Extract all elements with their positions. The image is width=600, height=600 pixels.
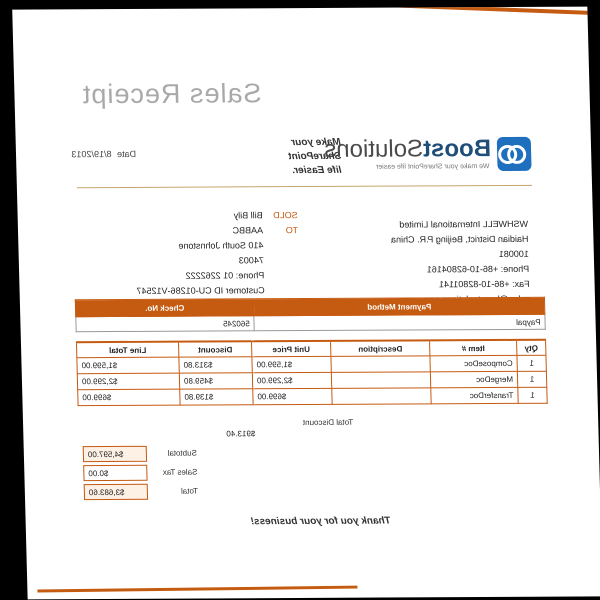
discount-cell: $459.80	[179, 372, 253, 390]
discount-cell: $313.80	[178, 356, 253, 374]
line-total-header: Line Total	[76, 341, 179, 358]
logo-wordmark: BoostSolutions	[323, 135, 492, 163]
subtotal-row: Subtotal $4,597.00	[77, 445, 278, 465]
logo-mark-icon	[496, 136, 532, 172]
qty-cell: 1	[516, 355, 547, 372]
seller-line: WSHWELL International Limited	[399, 218, 529, 230]
line-total-cell: $1,599.00	[76, 357, 180, 374]
unit-price-cell: $2,299.00	[252, 372, 332, 389]
boostsolutions-logo: BoostSolutions We make your SharePoint l…	[324, 135, 532, 184]
total-value: $3,683.60	[83, 483, 149, 501]
date-value: 8/19/2013	[71, 149, 112, 160]
header-divider	[76, 184, 533, 189]
total-discount-value: $913.40	[226, 429, 256, 439]
unit-price-cell: $699.00	[252, 388, 333, 405]
payment-method-value: Paypal	[254, 314, 546, 331]
subtotal-value: $4,597.00	[82, 445, 148, 463]
line-items-table: Qty Item # Description Unit Price Discou…	[76, 339, 548, 406]
table-row: 1 TransferDoc $699.00 $139.80 $699.00	[77, 387, 548, 406]
date-row: Date 8/19/2013	[68, 149, 136, 159]
sold-to-label: SOLD TO	[273, 210, 299, 236]
discount-header: Discount	[178, 341, 252, 358]
date-label: Date	[116, 148, 137, 160]
customer-line: Customer ID CU-01286-V12547	[136, 285, 265, 296]
check-no-header: Check No.	[75, 298, 255, 317]
customer-line: Bill Bily	[233, 210, 263, 221]
line-total-cell: $2,299.00	[77, 373, 180, 390]
qty-cell: 1	[517, 387, 548, 404]
customer-line: Phone: 01 2262222	[185, 270, 265, 281]
unit-price-header: Unit Price	[251, 340, 331, 357]
total-discount-row: $913.40	[76, 426, 277, 446]
total-label: Total	[180, 486, 199, 496]
receipt-document: Sales Receipt Date 8/19/2013 Make your S…	[12, 7, 600, 600]
receipt-page: Sales Receipt Date 8/19/2013 Make your S…	[12, 6, 600, 600]
sales-tax-label: Sales Tax	[162, 467, 198, 477]
payment-table: Payment Method Check No. Paypal 560245	[75, 297, 546, 332]
line-total-cell: $699.00	[77, 389, 181, 406]
item-cell: TransferDoc	[430, 387, 519, 404]
customer-line: 74003	[238, 255, 264, 266]
seller-line: Haidian District, Beijing P.R. China	[390, 233, 529, 245]
discount-cell: $139.80	[179, 388, 254, 406]
totals-block: $913.40 Subtotal $4,597.00 Sales Tax $0.…	[76, 426, 278, 503]
logo-tagline: We make your SharePoint life easier	[375, 163, 490, 171]
description-cell	[330, 355, 431, 373]
slogan-line: life Easier.	[291, 164, 342, 177]
qty-cell: 1	[517, 371, 547, 388]
item-cell: ComposeDoc	[429, 355, 518, 372]
description-cell	[331, 387, 432, 405]
seller-address: WSHWELL International Limited Haidian Di…	[390, 217, 530, 308]
customer-line: 410 South Johnstone	[178, 240, 264, 251]
item-header: Item #	[429, 339, 517, 356]
total-discount-label: Total Discount	[302, 417, 354, 427]
sales-tax-value: $0.00	[83, 464, 148, 482]
customer-address: Bill Bily AABBC 410 South Johnstone 7400…	[134, 208, 264, 299]
payment-method-header: Payment Method	[253, 297, 545, 316]
sales-tax-row: Sales Tax $0.00	[77, 464, 278, 484]
customer-line: AABBC	[232, 225, 264, 236]
receipt-title: Sales Receipt	[81, 78, 262, 110]
seller-line: 100081	[498, 248, 529, 260]
unit-price-cell: $1,599.00	[251, 356, 332, 373]
total-row: Total $3,683.60	[78, 483, 279, 503]
item-cell: MergeDoc	[430, 371, 518, 388]
seller-line: Fax: +86-10-82801141	[438, 278, 530, 290]
description-cell	[331, 371, 431, 389]
description-header: Description	[330, 340, 430, 357]
check-no-value: 560245	[75, 315, 255, 332]
thank-you-note: Thank you for your business!	[250, 515, 391, 528]
qty-header: Qty	[516, 339, 546, 356]
seller-line: Phone: +86-10-62804161	[426, 263, 530, 275]
subtotal-label: Subtotal	[167, 448, 198, 458]
